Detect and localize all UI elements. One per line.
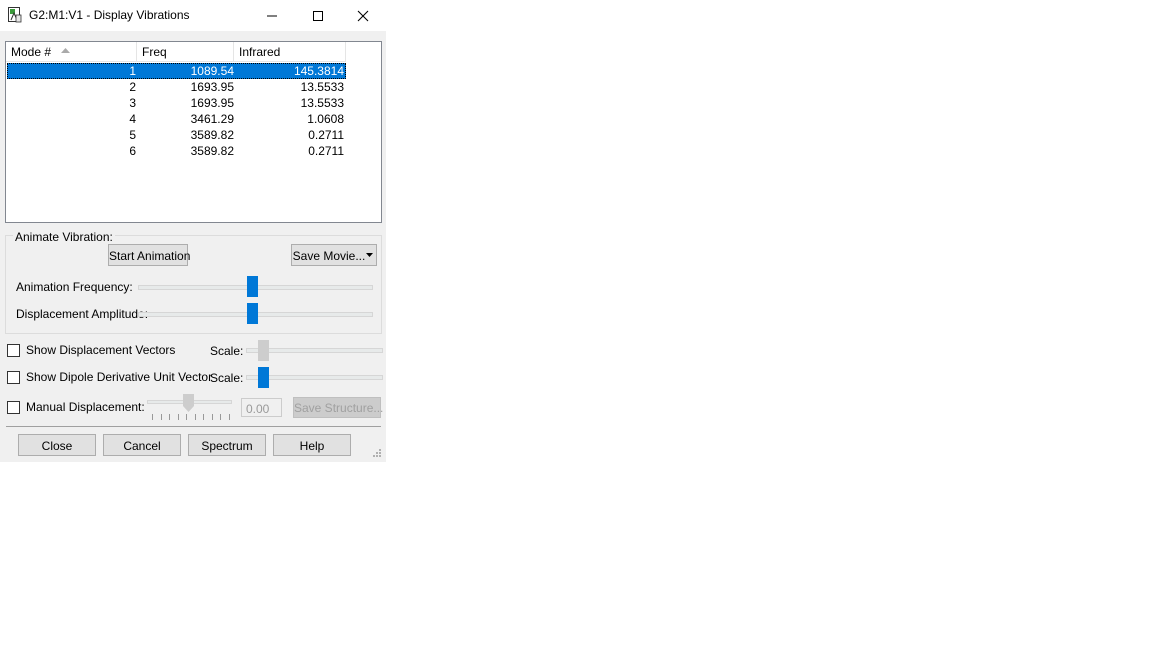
save-movie-label: Save Movie... bbox=[292, 249, 366, 263]
resize-grip-icon[interactable] bbox=[372, 448, 382, 458]
cell-freq: 3589.82 bbox=[190, 144, 234, 158]
sort-ascending-icon bbox=[61, 48, 70, 53]
table-row[interactable]: 2 1693.95 13.5533 bbox=[7, 79, 346, 95]
display-vibrations-dialog: G2:M1:V1 - Display Vibrations Mode # Fre… bbox=[0, 0, 386, 462]
table-row[interactable]: 4 3461.29 1.0608 bbox=[7, 111, 346, 127]
modes-table[interactable]: Mode # Freq Infrared 1 1089.54 145.3814 … bbox=[5, 41, 382, 223]
save-movie-button[interactable]: Save Movie... bbox=[291, 244, 377, 266]
save-structure-label: Save Structure... bbox=[294, 401, 384, 415]
slider-tick bbox=[178, 414, 179, 420]
cell-infrared: 13.5533 bbox=[300, 96, 344, 110]
table-header: Mode # Freq Infrared bbox=[6, 42, 381, 62]
slider-tick bbox=[169, 414, 170, 420]
cell-infrared: 13.5533 bbox=[300, 80, 344, 94]
cell-freq: 1693.95 bbox=[190, 80, 234, 94]
displacement-amplitude-slider[interactable] bbox=[247, 303, 258, 324]
vectors-scale-label: Scale: bbox=[210, 344, 244, 358]
gaussview-icon bbox=[8, 7, 22, 23]
slider-tick bbox=[186, 414, 187, 420]
manual-displacement-checkbox[interactable] bbox=[7, 401, 20, 414]
table-row[interactable]: 3 1693.95 13.5533 bbox=[7, 95, 346, 111]
minimize-icon bbox=[267, 15, 277, 17]
help-button[interactable]: Help bbox=[273, 434, 351, 456]
manual-displacement-slider bbox=[183, 394, 194, 412]
show-displacement-vectors-checkbox[interactable] bbox=[7, 344, 20, 357]
show-dipole-derivative-checkbox[interactable] bbox=[7, 371, 20, 384]
cell-freq: 1693.95 bbox=[190, 96, 234, 110]
column-label-freq: Freq bbox=[142, 45, 167, 59]
cell-mode: 2 bbox=[129, 80, 136, 94]
cell-infrared: 0.2711 bbox=[308, 144, 344, 158]
close-button[interactable]: Close bbox=[18, 434, 96, 456]
slider-tick bbox=[212, 414, 213, 420]
close-icon bbox=[357, 10, 369, 22]
column-label-mode: Mode # bbox=[11, 45, 52, 59]
spectrum-label: Spectrum bbox=[201, 439, 253, 453]
column-header-freq[interactable]: Freq bbox=[137, 42, 234, 62]
title-bar[interactable]: G2:M1:V1 - Display Vibrations bbox=[0, 0, 386, 31]
slider-tick bbox=[203, 414, 204, 420]
slider-tick bbox=[220, 414, 221, 420]
footer-separator bbox=[6, 426, 381, 427]
manual-displacement-label: Manual Displacement: bbox=[26, 400, 145, 414]
cell-mode: 3 bbox=[129, 96, 136, 110]
slider-tick bbox=[195, 414, 196, 420]
column-label-infrared: Infrared bbox=[239, 45, 281, 59]
column-header-infrared[interactable]: Infrared bbox=[234, 42, 346, 62]
animate-vibration-group: Animate Vibration: Start Animation Save … bbox=[5, 230, 382, 334]
manual-displacement-value-field: 0.00 bbox=[241, 398, 282, 417]
cell-freq: 1089.54 bbox=[190, 64, 234, 78]
start-animation-label: Start Animation bbox=[109, 249, 191, 263]
displacement-amplitude-label: Displacement Amplitude: bbox=[16, 307, 149, 321]
save-structure-button: Save Structure... bbox=[293, 397, 384, 418]
cell-freq: 3589.82 bbox=[190, 128, 234, 142]
cell-infrared: 145.3814 bbox=[293, 64, 344, 78]
table-row[interactable]: 1 1089.54 145.3814 bbox=[7, 63, 346, 79]
start-animation-button[interactable]: Start Animation bbox=[108, 244, 191, 266]
slider-tick bbox=[161, 414, 162, 420]
slider-tick bbox=[152, 414, 153, 420]
slider-tick bbox=[229, 414, 230, 420]
show-displacement-vectors-label: Show Displacement Vectors bbox=[26, 343, 176, 357]
minimize-button[interactable] bbox=[249, 0, 295, 31]
cell-mode: 6 bbox=[129, 144, 136, 158]
cell-mode: 5 bbox=[129, 128, 136, 142]
dropdown-arrow-icon bbox=[366, 253, 373, 257]
cell-infrared: 0.2711 bbox=[308, 128, 344, 142]
column-header-mode[interactable]: Mode # bbox=[6, 42, 137, 62]
manual-displacement-ticks bbox=[152, 414, 230, 421]
animate-vibration-label: Animate Vibration: bbox=[13, 230, 115, 244]
window-title: G2:M1:V1 - Display Vibrations bbox=[29, 8, 190, 22]
maximize-icon bbox=[313, 11, 323, 21]
spectrum-button[interactable]: Spectrum bbox=[188, 434, 266, 456]
vectors-scale-slider bbox=[258, 340, 269, 361]
cell-mode: 4 bbox=[129, 112, 136, 126]
close-label: Close bbox=[41, 439, 73, 453]
animation-frequency-slider[interactable] bbox=[247, 276, 258, 297]
animation-frequency-label: Animation Frequency: bbox=[16, 280, 133, 294]
cell-mode: 1 bbox=[129, 64, 136, 78]
show-dipole-derivative-label: Show Dipole Derivative Unit Vector bbox=[26, 370, 213, 384]
maximize-button[interactable] bbox=[295, 0, 341, 31]
cancel-label: Cancel bbox=[123, 439, 161, 453]
dipole-scale-slider[interactable] bbox=[258, 367, 269, 388]
close-window-button[interactable] bbox=[340, 0, 386, 31]
dipole-scale-label: Scale: bbox=[210, 371, 244, 385]
table-row[interactable]: 6 3589.82 0.2711 bbox=[7, 143, 346, 159]
help-label: Help bbox=[299, 439, 325, 453]
cell-freq: 3461.29 bbox=[190, 112, 234, 126]
cell-infrared: 1.0608 bbox=[307, 112, 344, 126]
cancel-button[interactable]: Cancel bbox=[103, 434, 181, 456]
manual-displacement-value: 0.00 bbox=[246, 402, 270, 416]
table-row[interactable]: 5 3589.82 0.2711 bbox=[7, 127, 346, 143]
